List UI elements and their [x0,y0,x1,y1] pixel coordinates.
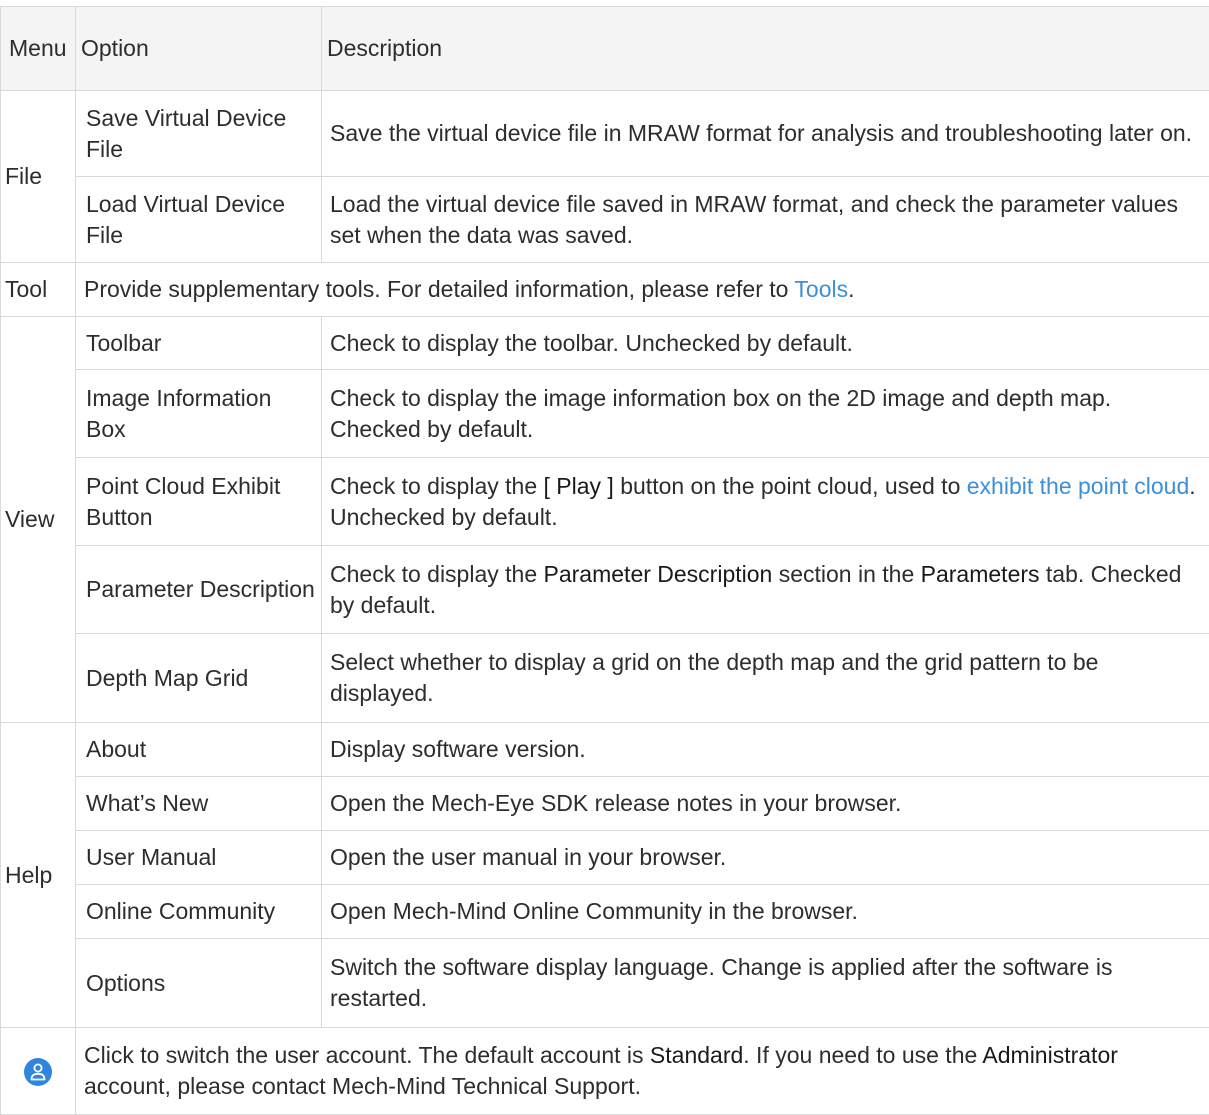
option-user-manual: User Manual [76,831,322,885]
description-about: Display software version. [322,723,1209,777]
description-text: Click to switch the user account. The de… [84,1042,650,1068]
description-text: Provide supplementary tools. For detaile… [84,276,794,302]
option-whats-new: What’s New [76,777,322,831]
description-load-virtual-device-file: Load the virtual device file saved in MR… [322,177,1209,263]
description-tool: Provide supplementary tools. For detaile… [76,263,1209,317]
play-button-term: [ Play ] [544,473,614,499]
menu-view: View [1,317,76,723]
user-account-icon[interactable] [24,1058,52,1086]
menu-help: Help [1,723,76,1028]
table-row: Click to switch the user account. The de… [1,1028,1209,1115]
description-whats-new: Open the Mech-Eye SDK release notes in y… [322,777,1209,831]
option-point-cloud-exhibit-button: Point Cloud Exhibit Button [76,458,322,546]
table-row: View Toolbar Check to display the toolba… [1,317,1209,370]
description-point-cloud-exhibit-button: Check to display the [ Play ] button on … [322,458,1209,546]
table-row: Load Virtual Device File Load the virtua… [1,177,1209,263]
header-menu: Menu [1,7,76,91]
table-header-row: Menu Option Description [1,7,1209,91]
table-row: Tool Provide supplementary tools. For de… [1,263,1209,317]
description-depth-map-grid: Select whether to display a grid on the … [322,634,1209,723]
administrator-account-term: Administrator [982,1042,1117,1068]
description-text: button on the point cloud, used to [614,473,967,499]
description-text: . If you need to use the [743,1042,982,1068]
description-save-virtual-device-file: Save the virtual device file in MRAW for… [322,91,1209,177]
option-depth-map-grid: Depth Map Grid [76,634,322,723]
table-row: Help About Display software version. [1,723,1209,777]
parameters-tab-term: Parameters [921,561,1040,587]
menu-file: File [1,91,76,263]
description-text: Check to display the [330,561,544,587]
table-row: Depth Map Grid Select whether to display… [1,634,1209,723]
table-row: Online Community Open Mech-Mind Online C… [1,885,1209,939]
table-row: User Manual Open the user manual in your… [1,831,1209,885]
table-row: Point Cloud Exhibit Button Check to disp… [1,458,1209,546]
description-image-information-box: Check to display the image information b… [322,370,1209,458]
tools-link[interactable]: Tools [794,276,848,302]
description-text: section in the [772,561,920,587]
option-toolbar: Toolbar [76,317,322,370]
description-user-account: Click to switch the user account. The de… [76,1028,1209,1115]
option-load-virtual-device-file: Load Virtual Device File [76,177,322,263]
option-image-information-box: Image Information Box [76,370,322,458]
table-row: File Save Virtual Device File Save the v… [1,91,1209,177]
table-row: What’s New Open the Mech-Eye SDK release… [1,777,1209,831]
description-user-manual: Open the user manual in your browser. [322,831,1209,885]
header-option: Option [76,7,322,91]
description-parameter-description: Check to display the Parameter Descripti… [322,546,1209,634]
header-description: Description [322,7,1209,91]
standard-account-term: Standard [650,1042,743,1068]
description-text: account, please contact Mech-Mind Techni… [84,1073,641,1099]
menu-user-account [1,1028,76,1115]
table-row: Options Switch the software display lang… [1,939,1209,1028]
option-options: Options [76,939,322,1028]
option-about: About [76,723,322,777]
description-options: Switch the software display language. Ch… [322,939,1209,1028]
description-toolbar: Check to display the toolbar. Unchecked … [322,317,1209,370]
option-save-virtual-device-file: Save Virtual Device File [76,91,322,177]
description-text: . [848,276,854,302]
option-online-community: Online Community [76,885,322,939]
menu-tool: Tool [1,263,76,317]
menu-options-table: Menu Option Description File Save Virtua… [0,6,1209,1115]
description-online-community: Open Mech-Mind Online Community in the b… [322,885,1209,939]
table-row: Image Information Box Check to display t… [1,370,1209,458]
exhibit-point-cloud-link[interactable]: exhibit the point cloud [967,473,1190,499]
option-parameter-description: Parameter Description [76,546,322,634]
parameter-description-term: Parameter Description [544,561,773,587]
description-text: Check to display the [330,473,544,499]
table-row: Parameter Description Check to display t… [1,546,1209,634]
